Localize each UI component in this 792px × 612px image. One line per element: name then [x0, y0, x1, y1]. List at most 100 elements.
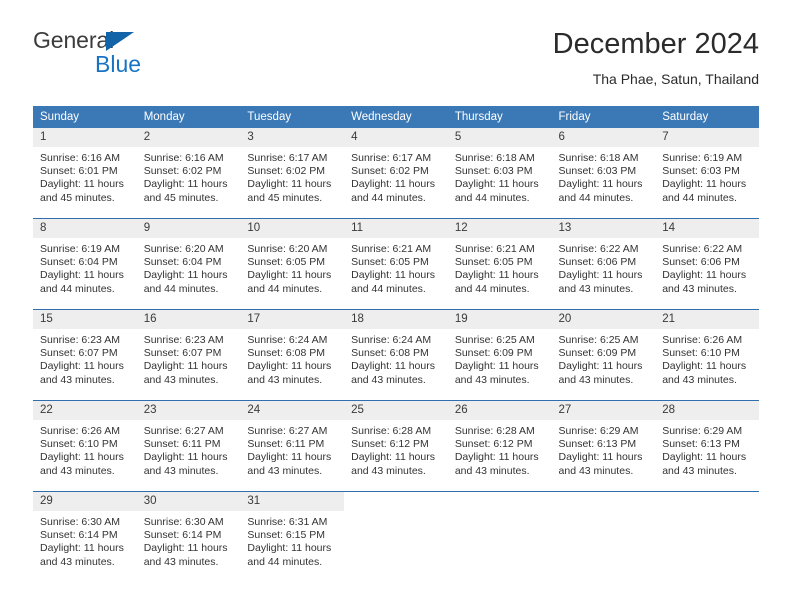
sunrise-text: Sunrise: 6:18 AM [558, 152, 639, 164]
sunset-text: Sunset: 6:07 PM [40, 347, 118, 360]
day-number: 29 [33, 492, 137, 511]
sunset-text: Sunset: 6:10 PM [662, 347, 740, 360]
day-cell-empty [655, 491, 759, 582]
day-cell[interactable]: 10 Sunrise: 6:20 AM Sunset: 6:05 PM Dayl… [240, 218, 345, 310]
daylight-text-line1: Daylight: 11 hours [662, 178, 747, 191]
day-cell[interactable]: 6 Sunrise: 6:18 AM Sunset: 6:03 PM Dayli… [551, 128, 656, 219]
day-cell[interactable]: 12 Sunrise: 6:21 AM Sunset: 6:05 PM Dayl… [447, 218, 552, 310]
daylight-text-line1: Daylight: 11 hours [558, 451, 643, 464]
day-cell[interactable]: 30 Sunrise: 6:30 AM Sunset: 6:14 PM Dayl… [136, 491, 241, 582]
day-cell[interactable]: 4 Sunrise: 6:17 AM Sunset: 6:02 PM Dayli… [344, 128, 448, 219]
calendar-week-row: 29 Sunrise: 6:30 AM Sunset: 6:14 PM Dayl… [33, 491, 759, 582]
day-cell[interactable]: 5 Sunrise: 6:18 AM Sunset: 6:03 PM Dayli… [447, 128, 552, 219]
page-header: General Blue December 2024 Tha Phae, Sat… [33, 26, 759, 98]
day-cell[interactable]: 21 Sunrise: 6:26 AM Sunset: 6:10 PM Dayl… [655, 309, 759, 401]
daylight-text-line2: and 43 minutes. [143, 555, 219, 568]
day-number: 4 [344, 128, 448, 147]
sunrise-text: Sunrise: 6:29 AM [558, 425, 639, 437]
day-cell[interactable]: 13 Sunrise: 6:22 AM Sunset: 6:06 PM Dayl… [551, 218, 656, 310]
general-blue-logo[interactable]: General Blue [33, 26, 253, 86]
logo-triangle-icon [106, 32, 134, 51]
day-cell[interactable]: 17 Sunrise: 6:24 AM Sunset: 6:08 PM Dayl… [240, 309, 345, 401]
daylight-text-line2: and 43 minutes. [558, 373, 634, 386]
day-cell[interactable]: 9 Sunrise: 6:20 AM Sunset: 6:04 PM Dayli… [136, 218, 241, 310]
day-cell[interactable]: 22 Sunrise: 6:26 AM Sunset: 6:10 PM Dayl… [33, 400, 137, 492]
day-details: Sunrise: 6:29 AM Sunset: 6:13 PM Dayligh… [655, 420, 759, 478]
daylight-text-line2: and 45 minutes. [247, 191, 323, 204]
sunset-text: Sunset: 6:08 PM [351, 347, 429, 360]
day-cell[interactable]: 23 Sunrise: 6:27 AM Sunset: 6:11 PM Dayl… [136, 400, 241, 492]
day-cell[interactable]: 29 Sunrise: 6:30 AM Sunset: 6:14 PM Dayl… [33, 491, 137, 582]
day-cell[interactable]: 1 Sunrise: 6:16 AM Sunset: 6:01 PM Dayli… [33, 128, 137, 219]
day-details: Sunrise: 6:25 AM Sunset: 6:09 PM Dayligh… [552, 329, 656, 387]
daylight-text-line2: and 44 minutes. [662, 191, 737, 204]
daylight-text-line2: and 43 minutes. [40, 555, 115, 568]
day-number: 19 [447, 310, 552, 329]
day-number: 14 [655, 219, 759, 238]
daylight-text-line2: and 43 minutes. [247, 464, 323, 477]
daylight-text-line1: Daylight: 11 hours [40, 451, 124, 464]
day-cell[interactable]: 27 Sunrise: 6:29 AM Sunset: 6:13 PM Dayl… [551, 400, 656, 492]
daylight-text-line2: and 44 minutes. [558, 191, 634, 204]
sunrise-text: Sunrise: 6:21 AM [454, 243, 535, 255]
day-number: 3 [240, 128, 345, 147]
day-details: Sunrise: 6:24 AM Sunset: 6:08 PM Dayligh… [344, 329, 448, 387]
day-details: Sunrise: 6:25 AM Sunset: 6:09 PM Dayligh… [448, 329, 552, 387]
daylight-text-line1: Daylight: 11 hours [247, 178, 332, 191]
sunset-text: Sunset: 6:10 PM [40, 438, 118, 451]
sunrise-text: Sunrise: 6:20 AM [143, 243, 224, 255]
daylight-text-line1: Daylight: 11 hours [454, 360, 539, 373]
sunrise-text: Sunrise: 6:22 AM [558, 243, 639, 255]
sunset-text: Sunset: 6:04 PM [40, 256, 118, 269]
day-details: Sunrise: 6:18 AM Sunset: 6:03 PM Dayligh… [448, 147, 552, 205]
day-cell[interactable]: 8 Sunrise: 6:19 AM Sunset: 6:04 PM Dayli… [33, 218, 137, 310]
day-details: Sunrise: 6:20 AM Sunset: 6:05 PM Dayligh… [240, 238, 344, 296]
day-details: Sunrise: 6:20 AM Sunset: 6:04 PM Dayligh… [137, 238, 241, 296]
day-cell[interactable]: 28 Sunrise: 6:29 AM Sunset: 6:13 PM Dayl… [655, 400, 759, 492]
day-cell[interactable]: 7 Sunrise: 6:19 AM Sunset: 6:03 PM Dayli… [655, 128, 759, 219]
day-number: 15 [33, 310, 137, 329]
day-number: 5 [447, 128, 552, 147]
daylight-text-line1: Daylight: 11 hours [40, 269, 124, 282]
day-cell[interactable]: 3 Sunrise: 6:17 AM Sunset: 6:02 PM Dayli… [240, 128, 345, 219]
daylight-text-line2: and 44 minutes. [351, 282, 426, 295]
daylight-text-line2: and 43 minutes. [351, 464, 426, 477]
sunset-text: Sunset: 6:14 PM [143, 529, 222, 542]
day-cell[interactable]: 26 Sunrise: 6:28 AM Sunset: 6:12 PM Dayl… [447, 400, 552, 492]
daylight-text-line2: and 45 minutes. [40, 191, 115, 204]
day-cell[interactable]: 20 Sunrise: 6:25 AM Sunset: 6:09 PM Dayl… [551, 309, 656, 401]
sunrise-text: Sunrise: 6:28 AM [454, 425, 535, 437]
day-cell[interactable]: 11 Sunrise: 6:21 AM Sunset: 6:05 PM Dayl… [344, 218, 448, 310]
sunrise-text: Sunrise: 6:19 AM [40, 243, 120, 255]
day-cell[interactable]: 2 Sunrise: 6:16 AM Sunset: 6:02 PM Dayli… [136, 128, 241, 219]
daylight-text-line2: and 44 minutes. [40, 282, 115, 295]
day-cell[interactable]: 25 Sunrise: 6:28 AM Sunset: 6:12 PM Dayl… [344, 400, 448, 492]
day-cell[interactable]: 16 Sunrise: 6:23 AM Sunset: 6:07 PM Dayl… [136, 309, 241, 401]
logo-top-row: General [33, 26, 253, 54]
calendar-week-row: 22 Sunrise: 6:26 AM Sunset: 6:10 PM Dayl… [33, 400, 759, 492]
weekday-header-wednesday: Wednesday [344, 106, 448, 128]
day-cell[interactable]: 18 Sunrise: 6:24 AM Sunset: 6:08 PM Dayl… [344, 309, 448, 401]
day-number: 16 [136, 310, 241, 329]
sunrise-text: Sunrise: 6:31 AM [247, 516, 328, 528]
day-number: 13 [551, 219, 656, 238]
day-cell[interactable]: 15 Sunrise: 6:23 AM Sunset: 6:07 PM Dayl… [33, 309, 137, 401]
daylight-text-line2: and 43 minutes. [558, 464, 634, 477]
day-details: Sunrise: 6:18 AM Sunset: 6:03 PM Dayligh… [552, 147, 656, 205]
day-number: 28 [655, 401, 759, 420]
daylight-text-line2: and 43 minutes. [40, 373, 115, 386]
day-number: 27 [551, 401, 656, 420]
day-cell[interactable]: 19 Sunrise: 6:25 AM Sunset: 6:09 PM Dayl… [447, 309, 552, 401]
daylight-text-line2: and 43 minutes. [247, 373, 323, 386]
daylight-text-line1: Daylight: 11 hours [662, 269, 747, 282]
daylight-text-line1: Daylight: 11 hours [143, 269, 228, 282]
daylight-text-line1: Daylight: 11 hours [143, 360, 228, 373]
sunset-text: Sunset: 6:05 PM [351, 256, 429, 269]
daylight-text-line1: Daylight: 11 hours [40, 178, 124, 191]
day-details: Sunrise: 6:26 AM Sunset: 6:10 PM Dayligh… [33, 420, 137, 478]
day-cell[interactable]: 14 Sunrise: 6:22 AM Sunset: 6:06 PM Dayl… [655, 218, 759, 310]
logo-text-general: General [33, 27, 115, 53]
day-cell[interactable]: 31 Sunrise: 6:31 AM Sunset: 6:15 PM Dayl… [240, 491, 345, 582]
day-number: 11 [344, 219, 448, 238]
day-cell[interactable]: 24 Sunrise: 6:27 AM Sunset: 6:11 PM Dayl… [240, 400, 345, 492]
